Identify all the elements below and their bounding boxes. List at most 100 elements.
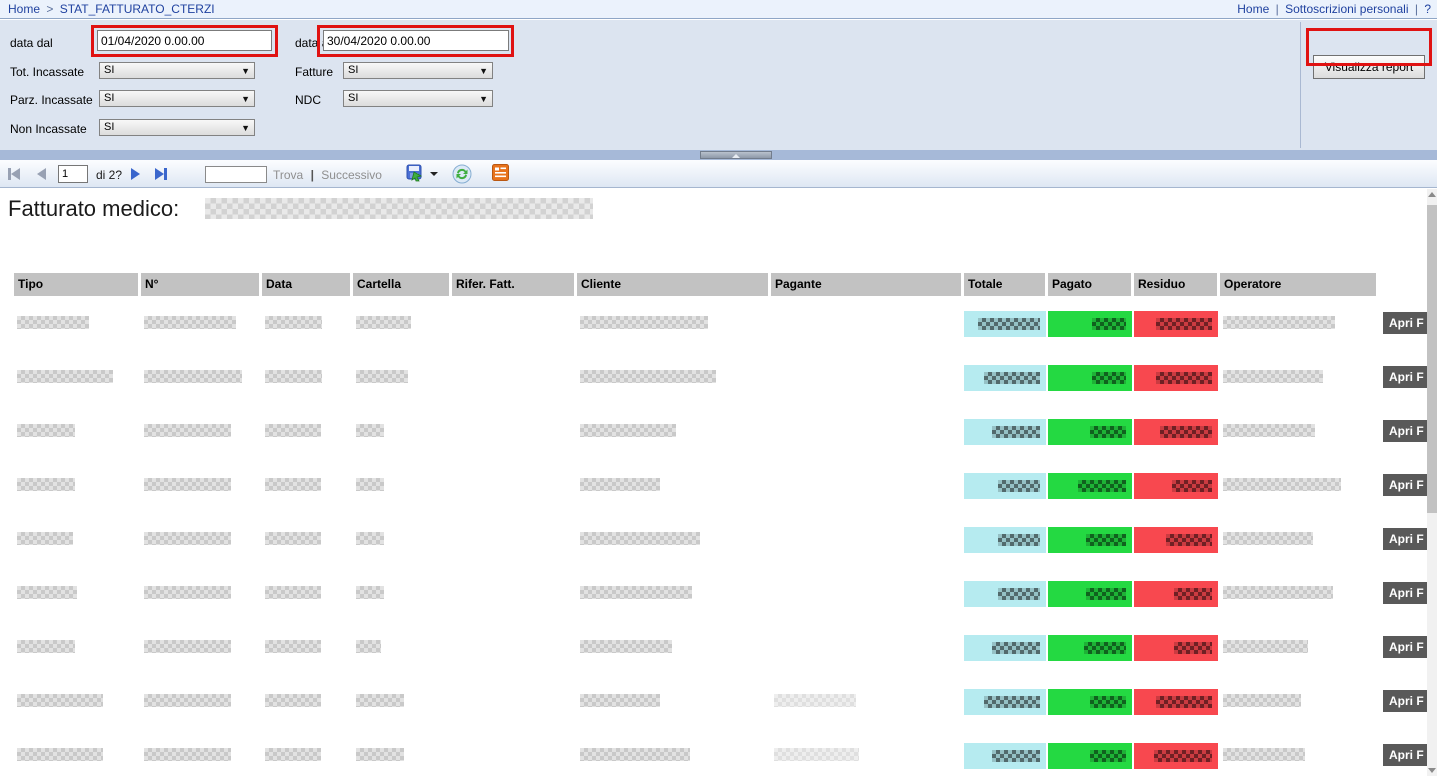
- redacted-data: [265, 478, 321, 491]
- apri-fattura-button[interactable]: Apri F: [1383, 690, 1433, 712]
- redacted-tipo: [17, 640, 75, 653]
- data-al-input[interactable]: [323, 30, 509, 51]
- cell-pagato: [1048, 311, 1132, 337]
- data-feed-button[interactable]: [492, 164, 509, 184]
- redacted-value: [1166, 534, 1212, 546]
- cell-pagato: [1048, 581, 1132, 607]
- apri-fattura-button[interactable]: Apri F: [1383, 366, 1433, 388]
- redacted-value: [992, 642, 1040, 654]
- ndc-select[interactable]: SI ▼: [343, 90, 493, 107]
- scroll-up-icon[interactable]: [1428, 192, 1436, 197]
- redacted-data: [265, 748, 321, 761]
- apri-fattura-button[interactable]: Apri F: [1383, 474, 1433, 496]
- page-number-input[interactable]: [58, 165, 88, 183]
- scrollbar-thumb[interactable]: [1427, 205, 1437, 513]
- dropdown-arrow-icon: ▼: [241, 64, 250, 79]
- export-button[interactable]: [406, 164, 425, 186]
- redacted-value: [1154, 750, 1212, 762]
- ndc-label: NDC: [295, 93, 321, 107]
- non-incassate-select[interactable]: SI ▼: [99, 119, 255, 136]
- find-text-input[interactable]: [205, 166, 267, 183]
- apri-fattura-button[interactable]: Apri F: [1383, 420, 1433, 442]
- breadcrumb: Home > STAT_FATTURATO_CTERZI: [8, 2, 215, 16]
- data-feed-icon: [492, 164, 509, 181]
- top-links: Home | Sottoscrizioni personali | ?: [1237, 2, 1431, 16]
- collapse-parameters-handle[interactable]: [700, 151, 772, 159]
- redacted-value: [1078, 480, 1126, 492]
- last-page-button[interactable]: [155, 166, 167, 182]
- redacted-cartella: [356, 640, 381, 653]
- cell-totale: [964, 743, 1046, 769]
- redacted-numero: [144, 424, 231, 437]
- scroll-down-icon[interactable]: [1428, 768, 1436, 773]
- apri-fattura-button[interactable]: Apri F: [1383, 636, 1433, 658]
- column-header-operatore: Operatore: [1220, 273, 1376, 296]
- find-next-link[interactable]: Successivo: [321, 168, 382, 182]
- last-page-icon: [155, 168, 164, 180]
- fatture-value: SI: [348, 64, 358, 76]
- redacted-value: [1090, 426, 1126, 438]
- visualizza-report-button[interactable]: Visualizza report: [1313, 55, 1425, 79]
- refresh-icon: [452, 164, 472, 184]
- cell-totale: [964, 311, 1046, 337]
- next-page-button[interactable]: [131, 166, 140, 182]
- previous-page-icon: [37, 168, 46, 180]
- cell-totale: [964, 581, 1046, 607]
- cell-pagato: [1048, 473, 1132, 499]
- apri-fattura-button[interactable]: Apri F: [1383, 582, 1433, 604]
- tot-incassate-label: Tot. Incassate: [10, 65, 84, 79]
- page-count-label: di 2?: [96, 168, 122, 182]
- apri-fattura-button[interactable]: Apri F: [1383, 528, 1433, 550]
- fatture-select[interactable]: SI ▼: [343, 62, 493, 79]
- export-dropdown-caret-icon[interactable]: [430, 172, 438, 176]
- redacted-numero: [144, 748, 231, 761]
- cell-totale: [964, 473, 1046, 499]
- redacted-operatore: [1223, 748, 1305, 761]
- redacted-cartella: [356, 694, 404, 707]
- subscriptions-link[interactable]: Sottoscrizioni personali: [1285, 2, 1408, 16]
- parz-incassate-select[interactable]: SI ▼: [99, 90, 255, 107]
- redacted-numero: [144, 586, 231, 599]
- non-incassate-value: SI: [104, 121, 114, 133]
- redacted-data: [265, 640, 321, 653]
- find-link[interactable]: Trova: [273, 168, 303, 182]
- redacted-cliente: [580, 748, 690, 761]
- cell-pagato: [1048, 419, 1132, 445]
- redacted-numero: [144, 640, 231, 653]
- redacted-cliente: [580, 424, 676, 437]
- previous-page-button[interactable]: [37, 166, 46, 182]
- redacted-value: [998, 480, 1040, 492]
- redacted-value: [1174, 588, 1212, 600]
- help-link[interactable]: ?: [1424, 2, 1431, 16]
- redacted-data: [265, 316, 322, 329]
- find-links: Trova | Successivo: [273, 168, 382, 182]
- home-link[interactable]: Home: [1237, 2, 1269, 16]
- redacted-value: [1090, 696, 1126, 708]
- refresh-button[interactable]: [452, 164, 472, 187]
- redacted-tipo: [17, 316, 89, 329]
- apri-fattura-button[interactable]: Apri F: [1383, 744, 1433, 766]
- first-page-button[interactable]: [8, 166, 20, 182]
- redacted-cartella: [356, 478, 384, 491]
- data-dal-input[interactable]: [97, 30, 272, 51]
- redacted-operatore: [1223, 424, 1315, 437]
- vertical-scrollbar[interactable]: [1427, 189, 1437, 776]
- redacted-value: [1086, 534, 1126, 546]
- redacted-pagante: [774, 748, 859, 761]
- tot-incassate-select[interactable]: SI ▼: [99, 62, 255, 79]
- cell-residuo: [1134, 527, 1218, 553]
- redacted-operatore: [1223, 370, 1323, 383]
- cell-residuo: [1134, 635, 1218, 661]
- column-header-data: Data: [262, 273, 350, 296]
- column-header-cartella: Cartella: [353, 273, 449, 296]
- apri-fattura-button[interactable]: Apri F: [1383, 312, 1433, 334]
- redacted-value: [984, 372, 1040, 384]
- cell-residuo: [1134, 419, 1218, 445]
- redacted-data: [265, 694, 321, 707]
- breadcrumb-home-link[interactable]: Home: [8, 2, 40, 16]
- redacted-value: [1090, 750, 1126, 762]
- redacted-operatore: [1223, 694, 1301, 707]
- column-header-numero: N°: [141, 273, 259, 296]
- last-page-icon: [164, 168, 167, 180]
- redacted-data: [265, 370, 322, 383]
